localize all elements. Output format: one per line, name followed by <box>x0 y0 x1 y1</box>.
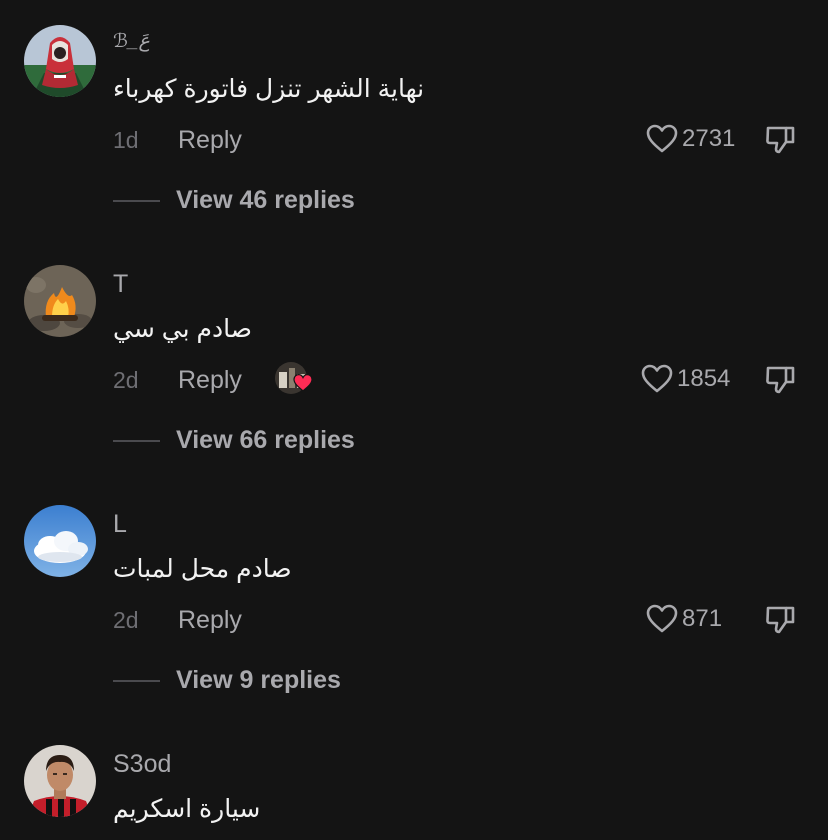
creator-liked-badge <box>274 362 313 398</box>
username[interactable]: L <box>113 510 127 539</box>
username[interactable]: S3od <box>113 750 171 779</box>
comment-text: نهاية الشهر تنزل فاتورة كهرباء <box>113 75 425 103</box>
view-replies-label: View 9 replies <box>176 666 341 694</box>
thumbs-down-icon[interactable] <box>764 124 796 156</box>
heart-outline-icon <box>646 604 678 633</box>
comment-text: صادم محل لمبات <box>113 555 292 583</box>
like-count: 2731 <box>682 125 736 152</box>
comment-timestamp: 2d <box>113 366 139 393</box>
red-heart-icon <box>293 374 313 392</box>
comment-timestamp: 1d <box>113 126 139 153</box>
divider <box>113 679 160 682</box>
like-count: 1854 <box>677 365 731 392</box>
heart-outline-icon <box>646 124 678 153</box>
divider <box>113 439 160 442</box>
avatar[interactable] <box>24 505 96 577</box>
heart-outline-icon <box>641 364 673 393</box>
reply-button[interactable]: Reply <box>178 126 242 155</box>
avatar[interactable] <box>24 25 96 97</box>
avatar[interactable] <box>24 745 96 817</box>
view-replies-label: View 46 replies <box>176 186 355 214</box>
comment-meta-row: 2d Reply <box>113 362 313 398</box>
view-replies-button[interactable]: View 9 replies <box>113 666 341 695</box>
like-count: 871 <box>682 605 723 632</box>
comment-meta-row: 2d Reply <box>113 602 242 638</box>
comment-timestamp: 2d <box>113 606 139 633</box>
avatar[interactable] <box>24 265 96 337</box>
view-replies-button[interactable]: View 66 replies <box>113 426 355 455</box>
reply-button[interactable]: Reply <box>178 606 242 635</box>
comment-meta-row: 1d Reply <box>113 122 242 158</box>
like-button[interactable]: 2731 <box>646 124 735 154</box>
divider <box>113 199 160 202</box>
view-replies-label: View 66 replies <box>176 426 355 454</box>
username[interactable]: ℬ_عَ <box>113 30 150 53</box>
comment-text: صادم بي سي <box>113 315 252 343</box>
like-button[interactable]: 1854 <box>641 364 730 394</box>
comment-text: سيارة اسكريم <box>113 795 261 823</box>
reply-button[interactable]: Reply <box>178 366 242 395</box>
view-replies-button[interactable]: View 46 replies <box>113 186 355 215</box>
thumbs-down-icon[interactable] <box>764 604 796 636</box>
thumbs-down-icon[interactable] <box>764 364 796 396</box>
like-button[interactable]: 871 <box>646 604 722 634</box>
username[interactable]: T <box>113 270 128 299</box>
